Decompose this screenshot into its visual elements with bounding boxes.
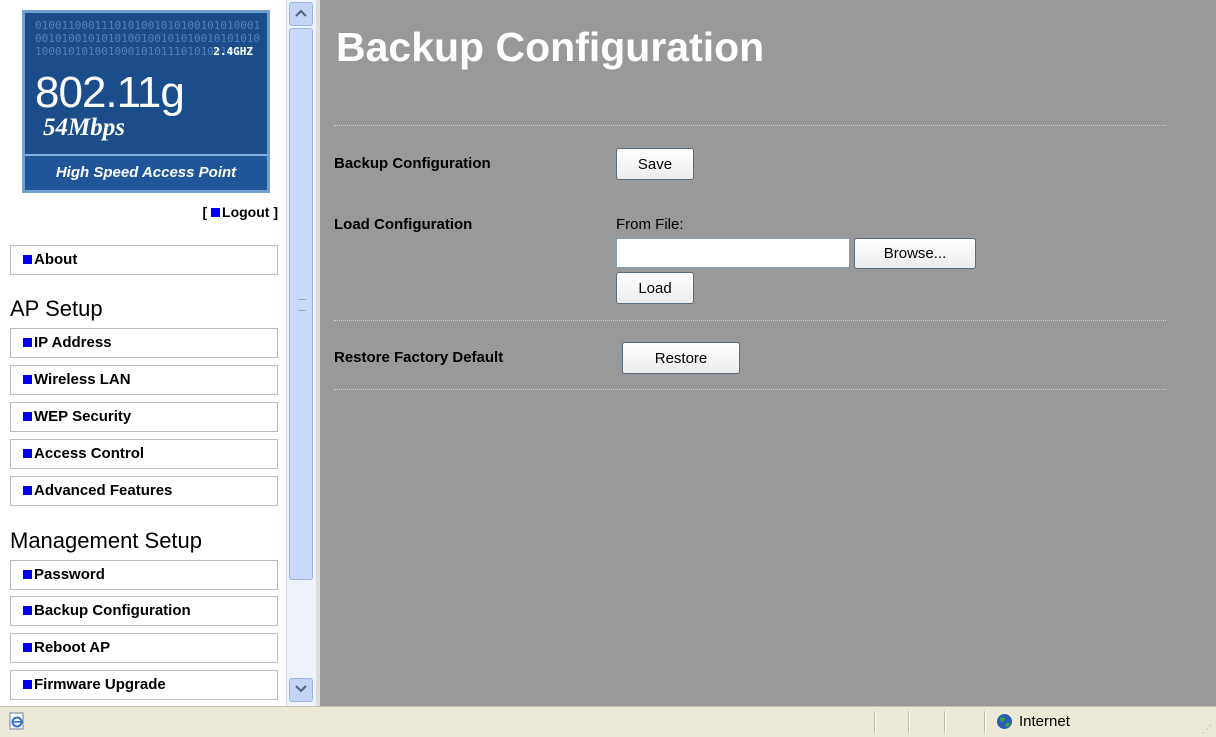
logout-bracket-close: ] (273, 204, 278, 220)
sidebar-item-label: Password (34, 566, 105, 583)
status-separator (874, 711, 876, 733)
scroll-up-button[interactable] (289, 2, 313, 26)
divider (334, 389, 1166, 390)
sidebar-item-label: Reboot AP (34, 639, 111, 656)
sidebar-item-label: About (34, 251, 78, 268)
logo-standard: 802.11g (35, 68, 185, 117)
sidebar-item-label: IP Address (34, 334, 112, 351)
sidebar-item-label: Access Control (34, 445, 145, 462)
grip-icon (298, 299, 306, 311)
sidebar-item-label: Advanced Features (34, 482, 173, 499)
bullet-icon (23, 643, 32, 652)
bullet-icon (23, 255, 32, 264)
browse-button[interactable]: Browse... (854, 238, 976, 269)
section-title-ap-setup: AP Setup (10, 296, 103, 321)
logo-tagline: High Speed Access Point (25, 154, 267, 190)
bullet-icon (23, 606, 32, 615)
status-separator (944, 711, 946, 733)
bullet-icon (23, 412, 32, 421)
sidebar-item-wep-security[interactable]: WEP Security (10, 402, 278, 432)
sidebar-item-access-control[interactable]: Access Control (10, 439, 278, 469)
backup-configuration-label: Backup Configuration (334, 155, 491, 172)
globe-icon (997, 714, 1012, 729)
divider (334, 125, 1166, 126)
bullet-icon (23, 680, 32, 689)
sidebar-item-advanced-features[interactable]: Advanced Features (10, 476, 278, 506)
sidebar-item-password[interactable]: Password (10, 560, 278, 590)
bullet-icon (23, 449, 32, 458)
status-separator (908, 711, 910, 733)
product-logo: 0100110001110101001010100101010001001010… (22, 10, 270, 193)
sidebar-item-label: Backup Configuration (34, 602, 191, 619)
bullet-icon (23, 338, 32, 347)
bullet-icon (211, 208, 221, 217)
sidebar-item-label: Wireless LAN (34, 371, 131, 388)
load-button[interactable]: Load (616, 272, 694, 304)
sidebar-item-reboot-ap[interactable]: Reboot AP (10, 633, 278, 663)
browser-status-bar: Internet ⋰ (0, 706, 1216, 737)
sidebar-item-label: WEP Security (34, 408, 132, 425)
sidebar-item-firmware-upgrade[interactable]: Firmware Upgrade (10, 670, 278, 700)
section-title-management-setup: Management Setup (10, 528, 203, 553)
sidebar-item-label: Firmware Upgrade (34, 676, 166, 693)
navigation-frame: 0100110001110101001010100101010001001010… (0, 0, 316, 706)
content-frame: Backup Configuration Backup Configuratio… (320, 0, 1216, 706)
logout-link[interactable]: Logout (222, 204, 269, 220)
divider (334, 320, 1166, 321)
scroll-thumb[interactable] (289, 28, 313, 580)
chevron-up-icon (295, 9, 307, 17)
resize-grip-icon[interactable]: ⋰ (1202, 724, 1212, 735)
chevron-down-icon (295, 685, 307, 693)
logo-frequency: 2.4GHZ (213, 45, 253, 58)
load-configuration-label: Load Configuration (334, 216, 473, 233)
save-button[interactable]: Save (616, 148, 694, 180)
sidebar-item-ip-address[interactable]: IP Address (10, 328, 278, 358)
security-zone-label: Internet (1019, 713, 1070, 730)
sidebar-item-wireless-lan[interactable]: Wireless LAN (10, 365, 278, 395)
logout-bracket-open: [ (202, 204, 208, 220)
restore-button[interactable]: Restore (622, 342, 740, 374)
page-icon (9, 712, 24, 730)
bullet-icon (23, 570, 32, 579)
logo-speed: 54Mbps (43, 114, 125, 141)
from-file-label: From File: (616, 216, 684, 233)
restore-factory-default-label: Restore Factory Default (334, 349, 504, 366)
status-separator (984, 711, 986, 733)
scroll-down-button[interactable] (289, 678, 313, 702)
sidebar-item-about[interactable]: About (10, 245, 278, 275)
file-path-input[interactable] (616, 238, 850, 268)
page-title: Backup Configuration (336, 24, 765, 70)
sidebar-item-backup-configuration[interactable]: Backup Configuration (10, 596, 278, 626)
bullet-icon (23, 375, 32, 384)
bullet-icon (23, 486, 32, 495)
logout-row: [ Logout ] (0, 204, 278, 220)
sidebar-scrollbar[interactable] (286, 0, 316, 706)
